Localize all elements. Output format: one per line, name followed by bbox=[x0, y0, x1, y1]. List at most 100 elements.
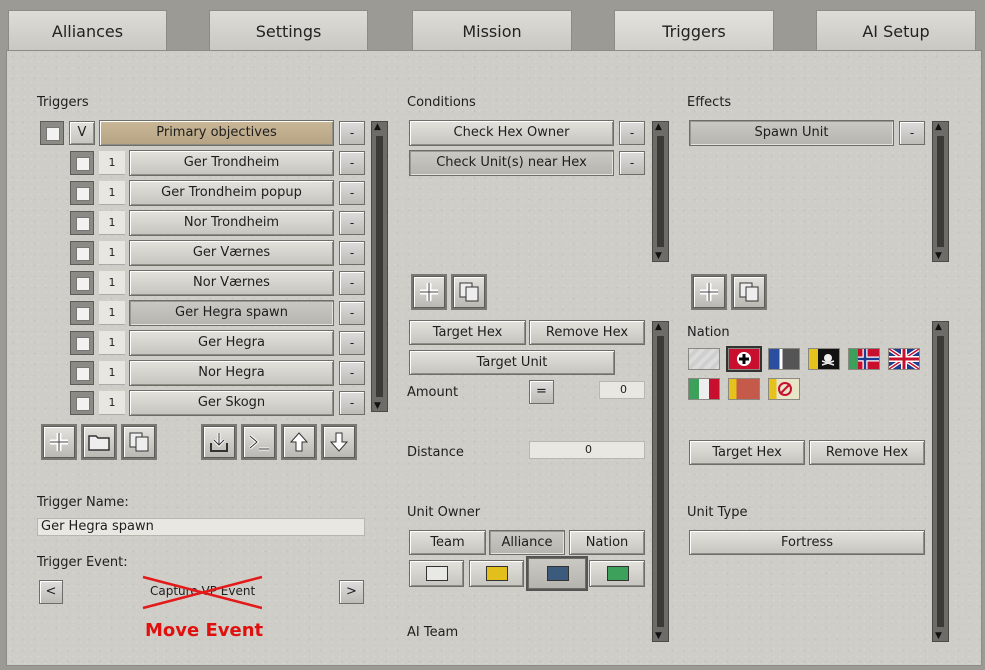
effects-scrollbar[interactable]: ▲ ▼ bbox=[932, 121, 949, 262]
team-button-yellow[interactable] bbox=[469, 560, 524, 587]
scroll-up-icon[interactable]: ▲ bbox=[655, 322, 662, 332]
trigger-item[interactable]: Ger Hegra bbox=[129, 330, 334, 356]
trigger-remove-button[interactable]: - bbox=[339, 241, 365, 265]
scroll-down-icon[interactable]: ▼ bbox=[374, 401, 381, 411]
trigger-checkbox[interactable] bbox=[70, 331, 94, 355]
team-button-blue[interactable] bbox=[528, 558, 586, 589]
condition-params-scrollbar[interactable]: ▲ ▼ bbox=[652, 321, 669, 642]
scroll-down-icon[interactable]: ▼ bbox=[935, 631, 942, 641]
scroll-up-icon[interactable]: ▲ bbox=[935, 322, 942, 332]
flag-finland-icon[interactable] bbox=[728, 378, 760, 400]
trigger-remove-button[interactable]: - bbox=[339, 181, 365, 205]
add-effect-button[interactable] bbox=[693, 276, 725, 308]
flag-reich-navy-icon[interactable] bbox=[768, 348, 800, 370]
group-toggle-button[interactable]: V bbox=[69, 121, 95, 145]
import-trigger-button[interactable] bbox=[203, 426, 235, 458]
event-annotation: Move Event bbox=[145, 620, 264, 641]
effect-spawn-unit[interactable]: Spawn Unit bbox=[689, 120, 894, 146]
trigger-item[interactable]: Ger Skogn bbox=[129, 390, 334, 416]
conditions-scrollbar[interactable]: ▲ ▼ bbox=[652, 121, 669, 262]
team-button-white[interactable] bbox=[409, 560, 464, 587]
add-condition-button[interactable] bbox=[413, 276, 445, 308]
trigger-checkbox[interactable] bbox=[70, 361, 94, 385]
trigger-remove-button[interactable]: - bbox=[339, 271, 365, 295]
trigger-checkbox[interactable] bbox=[70, 211, 94, 235]
trigger-item[interactable]: Ger Trondheim popup bbox=[129, 180, 334, 206]
scroll-down-icon[interactable]: ▼ bbox=[655, 631, 662, 641]
condition-check-hex-owner[interactable]: Check Hex Owner bbox=[409, 120, 614, 146]
scroll-down-icon[interactable]: ▼ bbox=[935, 251, 942, 261]
trigger-remove-button[interactable]: - bbox=[339, 151, 365, 175]
unit-type-fortress-button[interactable]: Fortress bbox=[689, 530, 925, 555]
move-down-button[interactable] bbox=[323, 426, 355, 458]
effect-remove-hex-button[interactable]: Remove Hex bbox=[809, 440, 925, 465]
add-folder-button[interactable] bbox=[83, 426, 115, 458]
flag-norway-icon[interactable] bbox=[848, 348, 880, 370]
trigger-checkbox[interactable] bbox=[70, 271, 94, 295]
trigger-checkbox[interactable] bbox=[70, 301, 94, 325]
trigger-remove-button[interactable]: - bbox=[339, 391, 365, 415]
tab-ai-setup[interactable]: AI Setup bbox=[816, 10, 976, 52]
trigger-remove-button[interactable]: - bbox=[339, 361, 365, 385]
copy-effect-button[interactable] bbox=[733, 276, 765, 308]
amount-input[interactable]: 0 bbox=[599, 381, 645, 399]
flag-skull-icon[interactable] bbox=[808, 348, 840, 370]
tab-settings[interactable]: Settings bbox=[209, 10, 368, 52]
event-next-button[interactable]: > bbox=[339, 580, 364, 604]
condition-remove-button[interactable]: - bbox=[619, 151, 645, 175]
condition-remove-hex-button[interactable]: Remove Hex bbox=[529, 320, 645, 345]
trigger-count: 1 bbox=[99, 331, 125, 355]
trigger-remove-button[interactable]: - bbox=[339, 301, 365, 325]
trigger-remove-button[interactable]: - bbox=[339, 211, 365, 235]
effect-remove-button[interactable]: - bbox=[899, 121, 925, 145]
trigger-checkbox[interactable] bbox=[70, 391, 94, 415]
add-trigger-button[interactable] bbox=[43, 426, 75, 458]
trigger-checkbox[interactable] bbox=[70, 181, 94, 205]
trigger-checkbox[interactable] bbox=[70, 151, 94, 175]
triggers-scrollbar[interactable]: ▲ ▼ bbox=[371, 121, 388, 412]
condition-check-units-near-hex[interactable]: Check Unit(s) near Hex bbox=[409, 150, 614, 176]
trigger-remove-button[interactable]: - bbox=[339, 331, 365, 355]
owner-tab-team[interactable]: Team bbox=[409, 530, 486, 555]
arrow-up-icon bbox=[289, 432, 309, 452]
flag-germany-icon[interactable] bbox=[728, 348, 760, 370]
scroll-up-icon[interactable]: ▲ bbox=[655, 122, 662, 132]
target-unit-button[interactable]: Target Unit bbox=[409, 350, 615, 375]
trigger-item[interactable]: Nor Værnes bbox=[129, 270, 334, 296]
trigger-item[interactable]: Ger Trondheim bbox=[129, 150, 334, 176]
condition-target-hex-button[interactable]: Target Hex bbox=[409, 320, 526, 345]
console-button[interactable] bbox=[243, 426, 275, 458]
group-checkbox[interactable] bbox=[40, 121, 64, 145]
distance-input[interactable]: 0 bbox=[529, 441, 645, 459]
scroll-up-icon[interactable]: ▲ bbox=[935, 122, 942, 132]
owner-tab-alliance[interactable]: Alliance bbox=[489, 530, 565, 555]
trigger-item[interactable]: Ger Værnes bbox=[129, 240, 334, 266]
flag-neutral-icon[interactable] bbox=[688, 348, 720, 370]
trigger-count: 1 bbox=[99, 361, 125, 385]
amount-operator-button[interactable]: = bbox=[529, 380, 554, 404]
group-primary-objectives[interactable]: Primary objectives bbox=[99, 120, 334, 146]
group-remove-button[interactable]: - bbox=[339, 121, 365, 145]
move-up-button[interactable] bbox=[283, 426, 315, 458]
scroll-up-icon[interactable]: ▲ bbox=[374, 122, 381, 132]
tab-triggers[interactable]: Triggers bbox=[614, 10, 774, 54]
trigger-item[interactable]: Ger Hegra spawn bbox=[129, 300, 334, 326]
effect-params-scrollbar[interactable]: ▲ ▼ bbox=[932, 321, 949, 642]
flag-italy-icon[interactable] bbox=[688, 378, 720, 400]
owner-tab-nation[interactable]: Nation bbox=[569, 530, 645, 555]
flag-no-nation-icon[interactable] bbox=[768, 378, 800, 400]
condition-remove-button[interactable]: - bbox=[619, 121, 645, 145]
trigger-checkbox[interactable] bbox=[70, 241, 94, 265]
tab-mission[interactable]: Mission bbox=[412, 10, 572, 52]
scroll-down-icon[interactable]: ▼ bbox=[655, 251, 662, 261]
event-prev-button[interactable]: < bbox=[39, 580, 63, 604]
team-button-green[interactable] bbox=[589, 560, 645, 587]
trigger-item[interactable]: Nor Trondheim bbox=[129, 210, 334, 236]
copy-trigger-button[interactable] bbox=[123, 426, 155, 458]
tab-alliances[interactable]: Alliances bbox=[8, 10, 167, 52]
copy-condition-button[interactable] bbox=[453, 276, 485, 308]
flag-uk-icon[interactable] bbox=[887, 347, 921, 371]
effect-target-hex-button[interactable]: Target Hex bbox=[689, 440, 805, 465]
trigger-item[interactable]: Nor Hegra bbox=[129, 360, 334, 386]
trigger-name-input[interactable]: Ger Hegra spawn bbox=[37, 518, 365, 536]
